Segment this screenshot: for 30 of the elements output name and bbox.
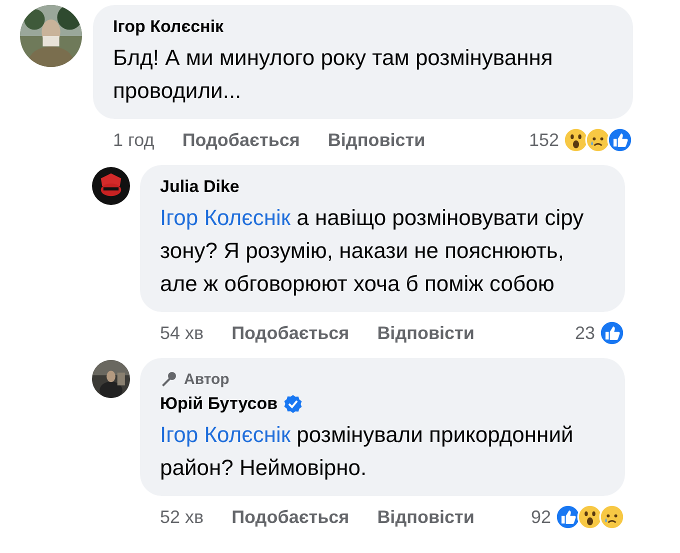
reply-link[interactable]: Відповісти bbox=[328, 130, 426, 150]
timestamp[interactable]: 1 год bbox=[113, 130, 154, 150]
thumbs-up-icon bbox=[607, 127, 633, 153]
surprised-face-icon bbox=[577, 504, 603, 530]
like-link[interactable]: Подобається bbox=[232, 506, 350, 528]
like-link[interactable]: Подобається bbox=[232, 322, 350, 344]
thumbs-up-icon bbox=[555, 504, 581, 530]
timestamp[interactable]: 52 хв bbox=[160, 506, 204, 528]
like-link[interactable]: Подобається bbox=[182, 130, 300, 150]
reaction-count[interactable]: 23 bbox=[574, 322, 595, 344]
comment-text: Ігор Колєснік розмінували прикордонний район? Неймовірно. bbox=[160, 421, 574, 482]
reaction-count[interactable]: 92 bbox=[530, 506, 551, 528]
author-role-label: Автор bbox=[184, 370, 230, 388]
author-name[interactable]: Юрій Бутусов bbox=[160, 394, 278, 414]
microphone-icon bbox=[160, 370, 178, 388]
reply-link[interactable]: Відповісти bbox=[377, 322, 474, 344]
reply-link[interactable]: Відповісти bbox=[377, 506, 474, 528]
author-name[interactable]: Ігор Колєснік bbox=[113, 17, 224, 37]
reaction-count[interactable]: 152 bbox=[528, 130, 559, 150]
mention-link[interactable]: Ігор Колєснік bbox=[160, 205, 291, 230]
mention-link[interactable]: Ігор Колєснік bbox=[160, 422, 291, 447]
author-name[interactable]: Julia Dike bbox=[160, 177, 240, 197]
surprised-face-icon bbox=[563, 127, 589, 153]
comment-text: Блд! А ми минулого року там розмінування проводили... bbox=[113, 44, 554, 105]
timestamp[interactable]: 54 хв bbox=[160, 322, 204, 344]
thumbs-up-icon bbox=[599, 320, 625, 346]
crying-face-icon bbox=[585, 127, 611, 153]
verified-badge-icon bbox=[282, 394, 303, 414]
crying-face-icon bbox=[599, 504, 625, 530]
comment-text: Ігор Колєснік а навіщо розміновувати сіру зону? Я розумію, накази не пояснюють, але ж обговорюют хоча б поміж собою bbox=[160, 204, 585, 298]
